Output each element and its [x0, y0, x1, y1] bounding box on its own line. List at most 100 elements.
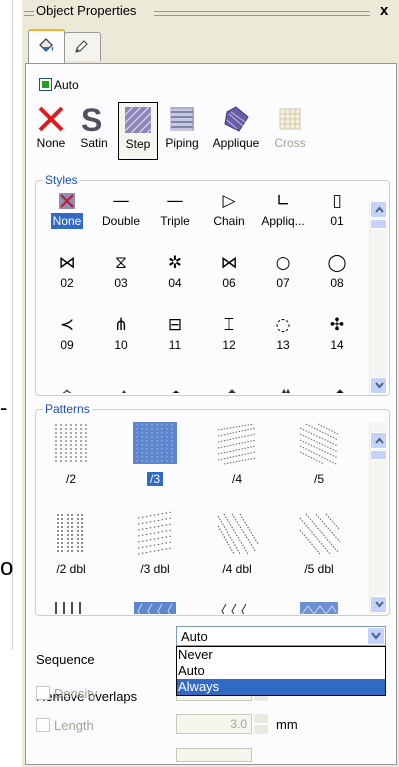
- none-x-icon: [38, 106, 64, 132]
- fill-bucket-icon: [39, 38, 54, 52]
- close-icon[interactable]: x: [380, 2, 388, 19]
- style-01-icon: ▯: [332, 191, 342, 211]
- style-chain[interactable]: ▷ Chain: [204, 189, 254, 229]
- style-label: 06: [222, 276, 236, 290]
- scroll-thumb[interactable]: [370, 219, 387, 229]
- pattern-label: /5 dbl: [304, 562, 334, 576]
- style-triple[interactable]: — Triple: [150, 189, 200, 229]
- chevron-down-icon: [375, 601, 384, 608]
- pattern-row3-2[interactable]: [124, 600, 186, 614]
- style-10[interactable]: ⋔ 10: [96, 313, 146, 353]
- patterns-scrollbar[interactable]: [369, 422, 387, 614]
- tab-fill[interactable]: [28, 29, 65, 63]
- style-08[interactable]: ◯ 08: [312, 251, 362, 291]
- style-double[interactable]: — Double: [96, 189, 146, 229]
- type-step-button[interactable]: Step: [118, 102, 158, 160]
- type-none-label: None: [36, 136, 66, 150]
- title-grip-right[interactable]: [154, 11, 370, 16]
- pattern-row3-4[interactable]: [288, 600, 350, 614]
- style-01[interactable]: ▯ 01: [312, 189, 362, 229]
- pattern-label: /2: [65, 472, 76, 486]
- styles-scrollbar[interactable]: [369, 201, 387, 395]
- panel-titlebar[interactable]: Object Properties x: [22, 0, 399, 24]
- style-06[interactable]: ⋈ 06: [204, 251, 254, 291]
- scroll-up-button[interactable]: [370, 432, 387, 449]
- style-11[interactable]: ⊟ 11: [150, 313, 200, 353]
- style-02[interactable]: ⋈ 02: [42, 251, 92, 291]
- style-label: 14: [330, 338, 344, 352]
- pattern-4-dbl-icon: [217, 513, 259, 555]
- option-never[interactable]: Never: [177, 647, 385, 663]
- style-label: 12: [222, 338, 236, 352]
- cross-stitch-icon: [279, 108, 301, 130]
- pattern-2[interactable]: /2: [40, 420, 102, 486]
- pattern-3-dbl[interactable]: /3 dbl: [124, 510, 186, 576]
- pattern-5[interactable]: /5: [288, 420, 350, 486]
- length-label: Length: [54, 718, 94, 733]
- styles-grid: None — Double — Triple ▷ Chain ∟ Appliq... ▯…: [42, 189, 372, 393]
- length-spinner[interactable]: [254, 714, 268, 734]
- style-14[interactable]: ✣ 14: [312, 313, 362, 353]
- scroll-down-button[interactable]: [370, 377, 387, 394]
- pattern-3[interactable]: /3: [124, 420, 186, 486]
- style-07[interactable]: ○ 07: [258, 251, 308, 291]
- style-applique[interactable]: ∟ Appliq...: [258, 189, 308, 229]
- length-input[interactable]: 3.0: [176, 714, 252, 734]
- panel-title: Object Properties: [36, 3, 137, 18]
- background-fragment: -: [0, 395, 8, 420]
- style-label: Appliq...: [261, 214, 305, 228]
- pattern-5-dbl[interactable]: /5 dbl: [288, 510, 350, 576]
- tab-strip: [22, 24, 399, 64]
- pattern-row3-3[interactable]: [206, 600, 268, 614]
- type-applique-button[interactable]: Applique: [206, 102, 266, 158]
- patterns-grid: /2 /3 /4 /5 /2 dbl /3 dbl /4 dbl /5 dbl: [40, 420, 370, 614]
- style-04[interactable]: ✲ 04: [150, 251, 200, 291]
- title-grip-left[interactable]: [24, 11, 34, 16]
- type-satin-button[interactable]: S Satin: [74, 102, 114, 158]
- remove-overlaps-select[interactable]: Auto: [176, 626, 386, 646]
- style-13[interactable]: ◌ 13: [258, 313, 308, 353]
- auto-row[interactable]: Auto: [39, 78, 79, 94]
- density-label: Density: [54, 686, 98, 701]
- pen-icon: [75, 40, 88, 53]
- style-04-icon: ✲: [167, 253, 183, 273]
- pattern-4[interactable]: /4: [206, 420, 268, 486]
- pattern-4-dbl[interactable]: /4 dbl: [206, 510, 268, 576]
- scroll-up-button[interactable]: [370, 201, 387, 218]
- styles-row-cut: [42, 385, 372, 393]
- sequence-label: Sequence: [36, 652, 95, 667]
- density-checkbox[interactable]: [36, 686, 50, 700]
- style-12[interactable]: ⌶ 12: [204, 313, 254, 353]
- length-row: Length: [36, 718, 94, 733]
- stitch-type-bar: None S Satin Step Piping Applique Cross: [36, 102, 396, 162]
- style-07-icon: ○: [275, 253, 291, 273]
- chevron-down-icon[interactable]: [368, 628, 384, 644]
- background-fragment: o: [0, 554, 14, 581]
- style-13-icon: ◌: [275, 315, 291, 335]
- pattern-2-dbl[interactable]: /2 dbl: [40, 510, 102, 576]
- type-piping-button[interactable]: Piping: [160, 102, 204, 158]
- auto-checkbox[interactable]: [39, 78, 52, 91]
- type-cross-button[interactable]: Cross: [270, 102, 310, 158]
- pattern-row3-1[interactable]: [40, 600, 102, 614]
- style-03[interactable]: ⧖ 03: [96, 251, 146, 291]
- option-auto[interactable]: Auto: [177, 663, 385, 679]
- pattern-5-icon: [299, 423, 339, 465]
- scroll-thumb[interactable]: [370, 450, 387, 460]
- type-none-button[interactable]: None: [36, 102, 66, 158]
- style-02-icon: ⋈: [58, 253, 76, 273]
- style-none[interactable]: None: [42, 189, 92, 229]
- style-09[interactable]: ≺ 09: [42, 313, 92, 353]
- tab-outline[interactable]: [64, 32, 101, 61]
- step-fill-icon: [124, 106, 152, 134]
- style-label: 13: [276, 338, 290, 352]
- pattern-3-icon: [133, 422, 177, 464]
- style-label: None: [50, 213, 84, 229]
- applique-icon: [224, 106, 249, 132]
- chevron-up-icon: [375, 206, 384, 213]
- length-checkbox[interactable]: [36, 718, 50, 732]
- scroll-down-button[interactable]: [370, 596, 387, 613]
- option-always[interactable]: Always: [177, 679, 385, 695]
- type-piping-label: Piping: [165, 136, 199, 150]
- chevron-down-icon: [375, 382, 384, 389]
